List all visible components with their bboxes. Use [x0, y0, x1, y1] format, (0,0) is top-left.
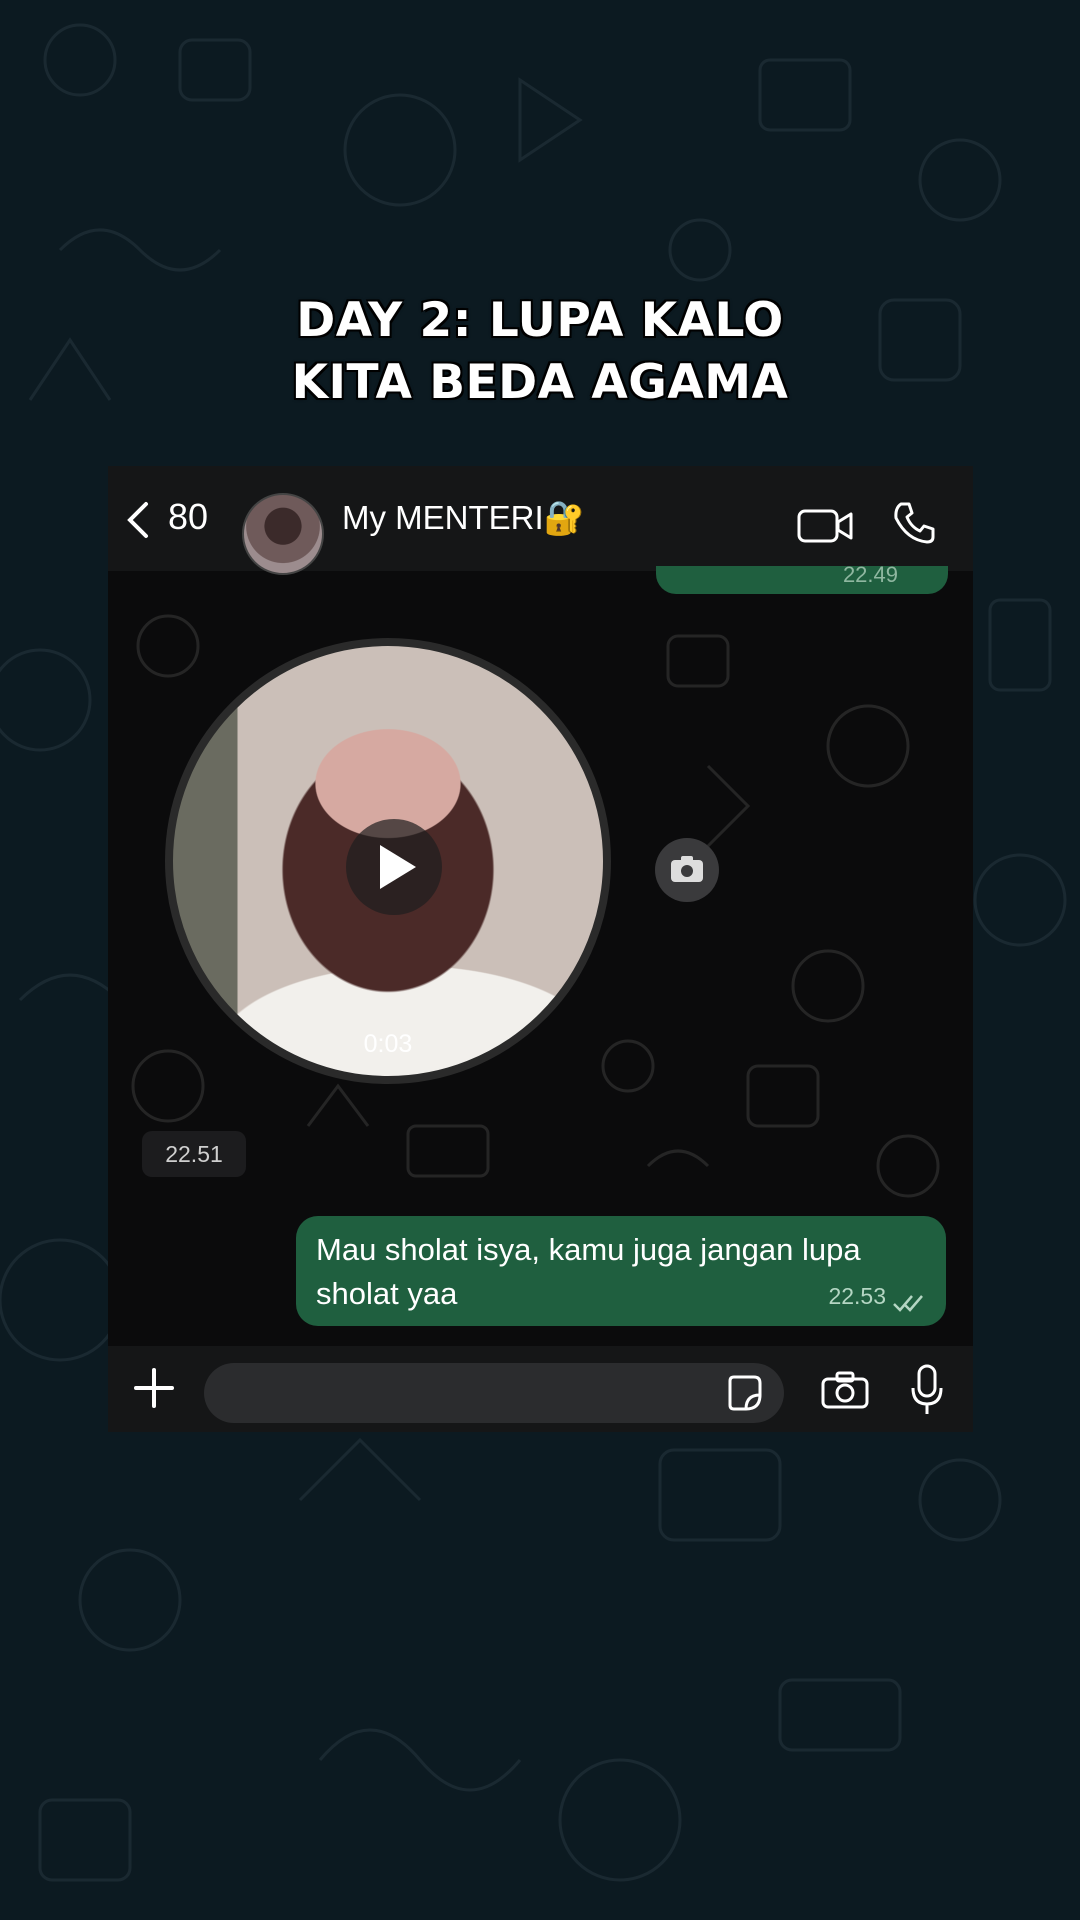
- previous-outgoing-bubble-tail: [656, 566, 948, 594]
- message-time: 22.53: [828, 1283, 886, 1309]
- sticker-icon[interactable]: [724, 1373, 764, 1413]
- video-note-message[interactable]: 0:03: [165, 638, 611, 1084]
- outgoing-message[interactable]: Mau sholat isya, kamu juga jangan lupa s…: [296, 1216, 946, 1326]
- video-note-time: 22.51: [142, 1131, 246, 1177]
- double-check-icon: [893, 1295, 923, 1312]
- previous-message-time: 22.49: [842, 562, 898, 587]
- plus-icon[interactable]: [132, 1366, 176, 1410]
- unread-count[interactable]: 80: [168, 496, 208, 538]
- camera-icon[interactable]: [820, 1370, 870, 1410]
- chat-header: 80 My MENTERI🔐: [108, 466, 973, 575]
- camera-icon: [671, 856, 703, 882]
- video-call-icon[interactable]: [796, 506, 854, 546]
- phone-call-icon[interactable]: [891, 500, 937, 546]
- message-input[interactable]: [204, 1363, 784, 1423]
- chat-screen: 80 My MENTERI🔐 22.49 0:03 22.51 Mau shol…: [108, 466, 973, 1432]
- play-icon: [380, 845, 416, 889]
- video-caption-overlay: DAY 2: LUPA KALO KITA BEDA AGAMA: [0, 290, 1080, 414]
- caption-line-1: DAY 2: LUPA KALO: [296, 293, 784, 348]
- contact-name[interactable]: My MENTERI🔐: [342, 499, 585, 538]
- message-text: Mau sholat isya, kamu juga jangan lupa s…: [316, 1232, 861, 1311]
- caption-line-2: KITA BEDA AGAMA: [291, 355, 789, 410]
- message-composer: [108, 1346, 973, 1432]
- play-button[interactable]: [346, 819, 442, 915]
- avatar[interactable]: [242, 493, 324, 575]
- chevron-left-icon[interactable]: [122, 500, 152, 540]
- camera-reply-button[interactable]: [655, 838, 719, 902]
- microphone-icon[interactable]: [910, 1364, 944, 1416]
- video-duration: 0:03: [363, 1030, 413, 1058]
